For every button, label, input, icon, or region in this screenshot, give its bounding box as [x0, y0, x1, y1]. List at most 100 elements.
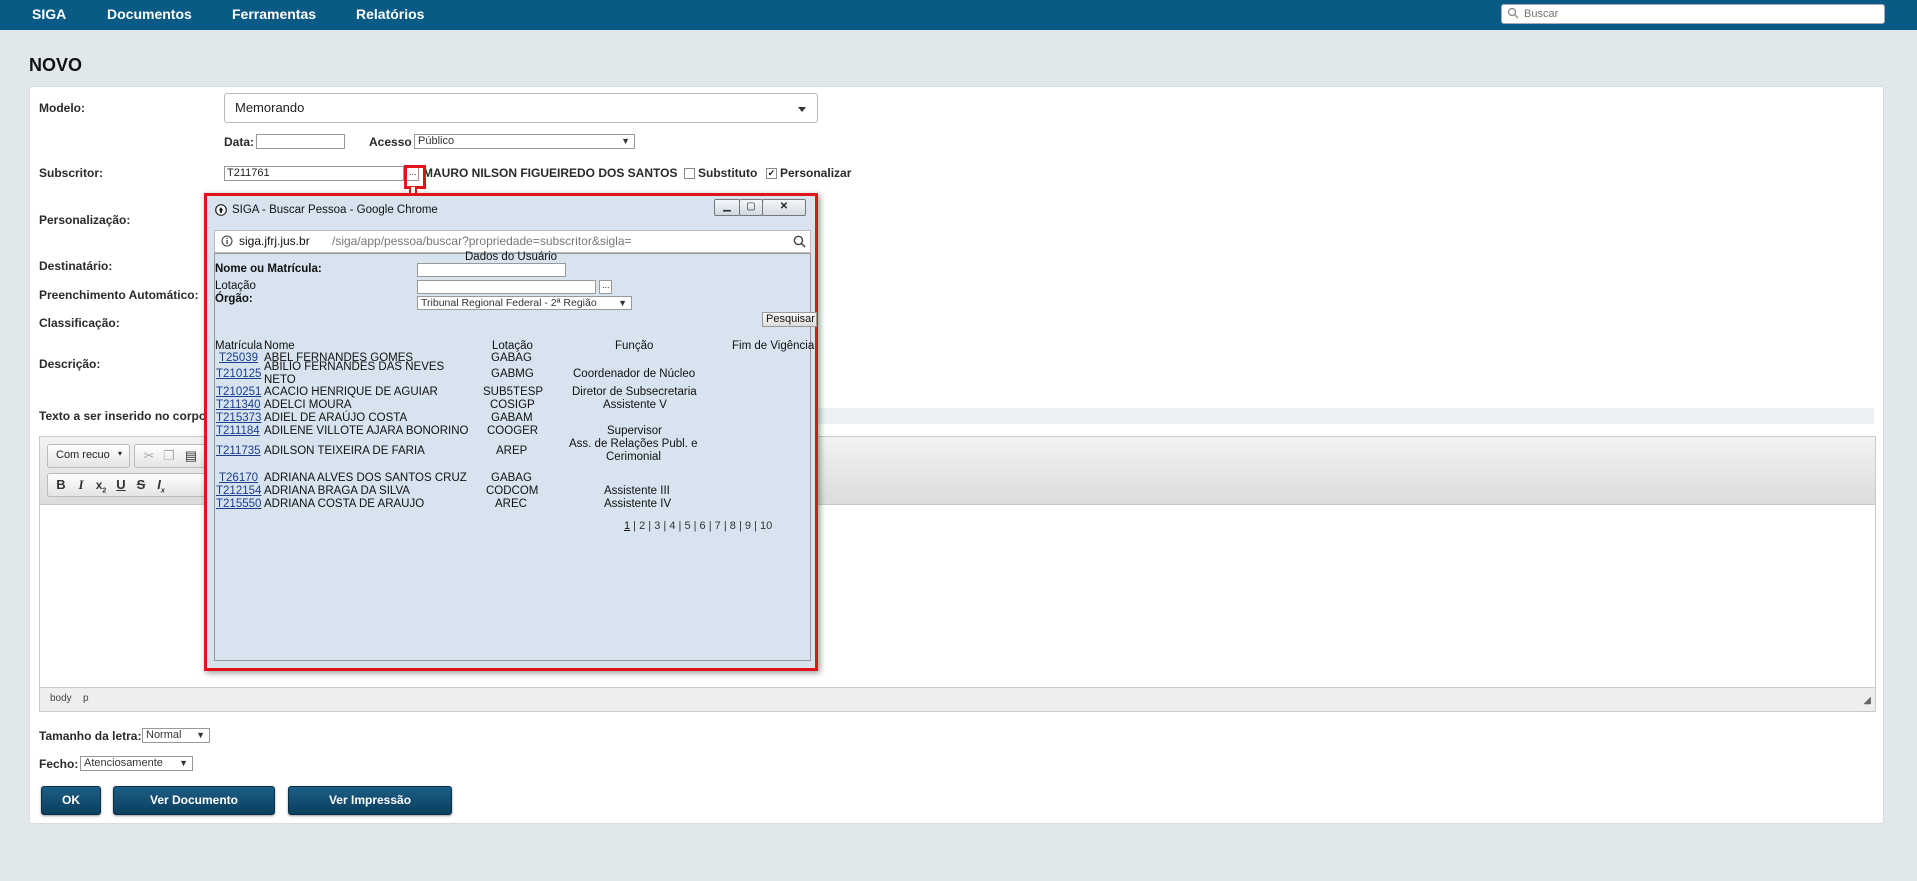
row-lotacao: SUB5TESP	[483, 386, 544, 398]
statusbar-p[interactable]: p	[83, 693, 89, 704]
destinatario-label: Destinatário:	[39, 259, 113, 273]
col-nome: Nome	[264, 340, 295, 352]
chevron-down-icon: ▼	[618, 298, 627, 308]
minimize-button[interactable]: ▁	[714, 199, 740, 216]
row-nome: ABILIO FERNANDES DAS NEVES	[264, 361, 445, 373]
nav-relatorios[interactable]: Relatórios	[356, 0, 424, 30]
close-button[interactable]: ✕	[762, 199, 806, 216]
acesso-select[interactable]: Público ▼	[414, 134, 635, 149]
substituto-label: Substituto	[698, 166, 758, 180]
search-box[interactable]	[1501, 4, 1885, 24]
fecho-select[interactable]: Atenciosamente ▼	[80, 756, 193, 771]
tamanho-select[interactable]: Normal ▼	[142, 728, 210, 743]
remove-format-icon[interactable]: Ix	[152, 476, 170, 495]
popup-window-title: SIGA - Buscar Pessoa - Google Chrome	[232, 204, 438, 216]
format-select[interactable]: Com recuo ▾	[47, 444, 130, 468]
search-person-popup: SIGA - Buscar Pessoa - Google Chrome ▁ ▢…	[204, 193, 818, 671]
search-input[interactable]	[1524, 6, 1874, 21]
format-select-value: Com recuo	[56, 449, 110, 461]
nome-input[interactable]	[417, 263, 566, 277]
strikethrough-icon[interactable]: S	[132, 476, 150, 494]
statusbar-body[interactable]: body	[50, 693, 72, 704]
chevron-down-icon: ▼	[621, 136, 630, 146]
search-icon	[1507, 7, 1519, 19]
row-nome: ADRIANA ALVES DOS SANTOS CRUZ	[264, 472, 467, 484]
row-nome: ADRIANA BRAGA DA SILVA	[264, 485, 410, 497]
underline-icon[interactable]: U	[112, 476, 130, 494]
row-matricula-link[interactable]: T26170	[219, 472, 258, 484]
chevron-down-icon: ▼	[196, 730, 205, 740]
nav-brand[interactable]: SIGA	[32, 0, 66, 30]
page-link[interactable]: 5	[684, 520, 690, 532]
orgao-label: Órgão:	[215, 293, 253, 305]
pagination: 1 | 2 | 3 | 4 | 5 | 6 | 7 | 8 | 9 | 10	[624, 520, 773, 532]
copy-icon[interactable]: ❐	[160, 447, 178, 465]
row-matricula-link[interactable]: T211184	[216, 425, 260, 437]
chevron-down-icon: ▾	[118, 449, 123, 458]
row-matricula-link[interactable]: T210125	[216, 368, 261, 380]
ok-button[interactable]: OK	[41, 786, 101, 815]
page-link[interactable]: 2	[639, 520, 645, 532]
page-link[interactable]: 7	[715, 520, 721, 532]
section-title: Dados do Usuário	[465, 251, 558, 263]
lotacao-search-button[interactable]: ...	[599, 280, 612, 294]
orgao-select[interactable]: Tribunal Regional Federal - 2ª Região ▼	[417, 296, 632, 310]
ver-impressao-button[interactable]: Ver Impressão	[288, 786, 452, 815]
paste-icon[interactable]: ▤	[182, 447, 200, 465]
row-matricula-link[interactable]: T215373	[216, 412, 261, 424]
editor-statusbar: body p ◢	[40, 687, 1875, 711]
orgao-value: Tribunal Regional Federal - 2ª Região	[421, 297, 597, 309]
substituto-checkbox[interactable]	[684, 168, 695, 179]
modelo-value: Memorando	[235, 100, 305, 115]
col-lotacao: Lotação	[492, 340, 533, 352]
page-title: NOVO	[29, 55, 83, 75]
row-lotacao: GABAG	[491, 472, 532, 484]
page-link[interactable]: 6	[700, 520, 706, 532]
data-input[interactable]	[256, 134, 345, 149]
modelo-select[interactable]: Memorando	[224, 93, 818, 123]
descricao-label: Descrição:	[39, 357, 101, 371]
preenchimento-label: Preenchimento Automático:	[39, 288, 199, 302]
bold-icon[interactable]: B	[52, 476, 70, 494]
nav-documentos[interactable]: Documentos	[107, 0, 192, 30]
page-link[interactable]: 10	[760, 520, 772, 532]
row-matricula-link[interactable]: T212154	[216, 485, 261, 497]
row-matricula-link[interactable]: T211340	[216, 399, 261, 411]
page-link[interactable]: 9	[745, 520, 751, 532]
popup-address-bar[interactable]: siga.jfrj.jus.br /siga/app/pessoa/buscar…	[214, 230, 811, 253]
subscritor-input[interactable]: T211761	[224, 166, 404, 181]
clipboard-group: ✂ ❐ ▤	[134, 444, 206, 468]
row-nome: ACACIO HENRIQUE DE AGUIAR	[264, 386, 438, 398]
row-matricula-link[interactable]: T211735	[216, 445, 261, 457]
personalizar-label: Personalizar	[780, 166, 852, 180]
row-matricula-link[interactable]: T215550	[216, 498, 261, 510]
row-lotacao: COSIGP	[490, 399, 535, 411]
subscript-icon[interactable]: x2	[92, 476, 110, 494]
lotacao-label: Lotação	[215, 280, 256, 292]
personalizar-checkbox[interactable]: ✔	[766, 168, 777, 179]
row-funcao: Diretor de Subsecretaria	[572, 386, 697, 398]
ver-documento-button[interactable]: Ver Documento	[113, 786, 275, 815]
page-link-current[interactable]: 1	[624, 520, 630, 532]
row-matricula-link[interactable]: T210251	[216, 386, 261, 398]
zoom-icon[interactable]	[793, 235, 806, 248]
nav-ferramentas[interactable]: Ferramentas	[232, 0, 316, 30]
row-lotacao: GABAG	[491, 352, 532, 364]
subscritor-label: Subscritor:	[39, 166, 104, 180]
row-lotacao: CODCOM	[486, 485, 539, 497]
pesquisar-button[interactable]: Pesquisar	[762, 312, 817, 327]
page-link[interactable]: 4	[669, 520, 675, 532]
texto-header-bar	[818, 408, 1874, 424]
page-link[interactable]: 3	[654, 520, 660, 532]
lotacao-input[interactable]	[417, 280, 596, 294]
maximize-button[interactable]: ▢	[739, 199, 763, 216]
col-matricula: Matrícula	[215, 340, 263, 352]
acesso-value: Público	[418, 135, 455, 147]
col-funcao: Função	[615, 340, 654, 352]
row-funcao: Ass. de Relações Publ. e	[569, 438, 698, 450]
page-link[interactable]: 8	[730, 520, 736, 532]
resize-handle-icon[interactable]: ◢	[1863, 695, 1871, 706]
cut-icon[interactable]: ✂	[140, 447, 158, 465]
italic-icon[interactable]: I	[72, 476, 90, 494]
row-matricula-link[interactable]: T25039	[219, 352, 258, 364]
